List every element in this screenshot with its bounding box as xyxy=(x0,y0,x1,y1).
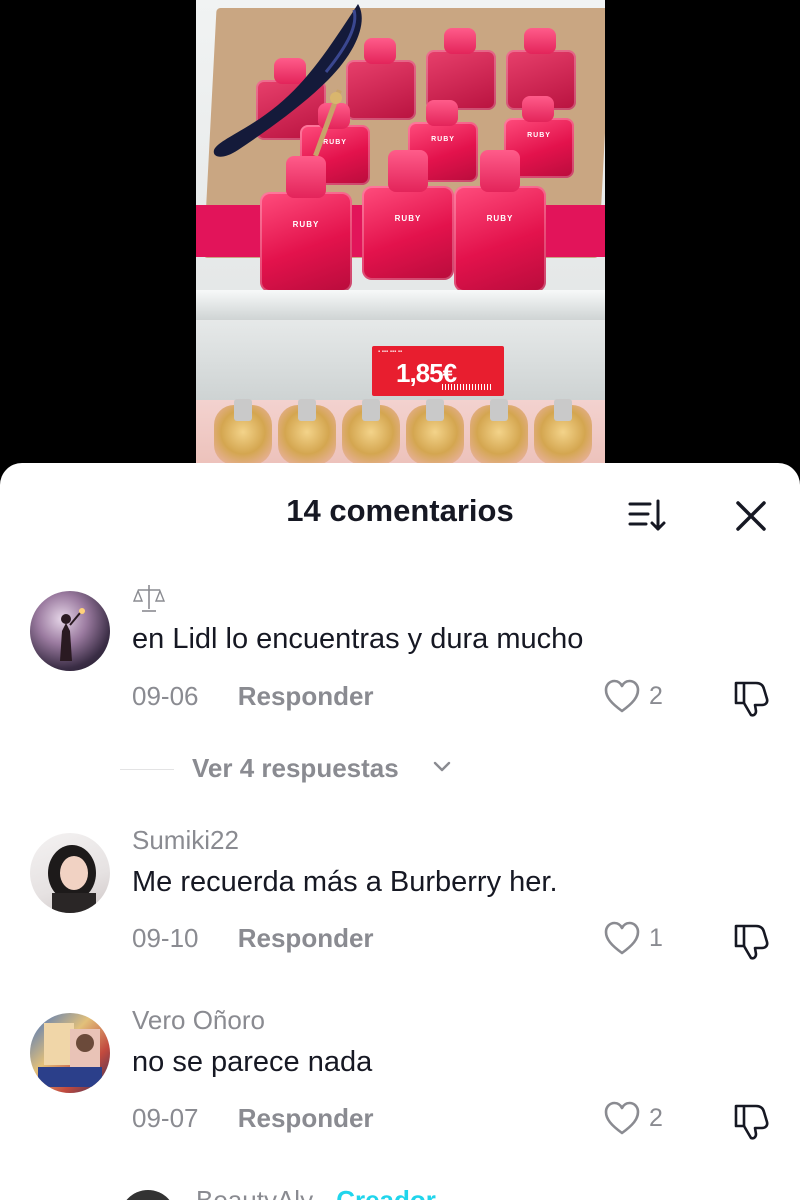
video-frame: RUBY RUBY RUBY RUBY RUBY RUBY ▪ ▪▪▪ ▪▪▪ … xyxy=(196,0,605,500)
thumbs-down-icon xyxy=(734,681,769,717)
heart-icon xyxy=(604,679,640,713)
view-replies-label: Ver 4 respuestas xyxy=(192,753,399,783)
comment-meta: 09-07 Responder xyxy=(132,1103,374,1134)
comment-meta: 09-06 Responder xyxy=(132,681,374,712)
comment-text: en Lidl lo encuentras y dura mucho xyxy=(132,623,584,655)
comment-username[interactable]: BeautyAly · Creador xyxy=(196,1185,436,1200)
like-count: 2 xyxy=(649,1104,663,1132)
perfume-bottle xyxy=(342,399,400,465)
perfume-bottle xyxy=(214,399,272,465)
comment-date: 09-07 xyxy=(132,1103,199,1133)
creator-badge: Creador xyxy=(336,1185,436,1200)
perfume-bottle xyxy=(534,399,592,465)
reply-button[interactable]: Responder xyxy=(238,681,374,711)
price-tag: ▪ ▪▪▪ ▪▪▪ ▪▪ 1,85€ xyxy=(372,346,504,396)
dislike-button[interactable] xyxy=(730,918,774,962)
video-player[interactable]: RUBY RUBY RUBY RUBY RUBY RUBY ▪ ▪▪▪ ▪▪▪ … xyxy=(0,0,800,500)
avatar[interactable] xyxy=(30,591,110,671)
perfume-bottle: RUBY xyxy=(260,156,352,292)
thumbs-down-icon xyxy=(734,924,769,960)
comments-sheet: 14 comentarios en Lidl lo encuentras y d… xyxy=(0,463,800,1200)
avatar[interactable] xyxy=(30,833,110,913)
perfume-bottle xyxy=(470,399,528,465)
dislike-button[interactable] xyxy=(730,675,774,719)
perfume-bottle xyxy=(278,399,336,465)
avatar[interactable] xyxy=(30,1013,110,1093)
dislike-button[interactable] xyxy=(730,1098,774,1142)
comment-username[interactable]: Sumiki22 xyxy=(132,825,239,856)
comment-date: 09-06 xyxy=(132,681,199,711)
chevron-down-icon xyxy=(433,761,451,772)
like-button[interactable]: 2 xyxy=(603,1100,673,1140)
like-count: 2 xyxy=(649,682,663,710)
like-count: 1 xyxy=(649,924,663,952)
sort-button[interactable] xyxy=(624,495,672,535)
heart-icon xyxy=(604,1101,640,1135)
high-heel-bottle xyxy=(213,4,362,157)
sort-icon xyxy=(628,499,666,531)
reply-button[interactable]: Responder xyxy=(238,1103,374,1133)
perfume-bottle xyxy=(406,399,464,465)
scales-icon xyxy=(132,585,166,612)
comment-date: 09-10 xyxy=(132,923,199,953)
close-icon xyxy=(736,501,766,531)
comment-meta: 09-10 Responder xyxy=(132,923,374,954)
close-button[interactable] xyxy=(728,493,774,539)
comments-count-title: 14 comentarios xyxy=(286,493,514,528)
perfume-bottle: RUBY xyxy=(362,150,454,280)
thumbs-down-icon xyxy=(734,1104,769,1140)
comment-username[interactable]: Vero Oñoro xyxy=(132,1005,265,1036)
comment-text: no se parece nada xyxy=(132,1046,373,1078)
like-button[interactable]: 2 xyxy=(603,678,673,718)
comment-text: Me recuerda más a Burberry her. xyxy=(132,866,558,898)
like-button[interactable]: 1 xyxy=(603,920,673,960)
perfume-bottle: RUBY xyxy=(454,150,546,292)
heart-icon xyxy=(604,921,640,955)
reply-button[interactable]: Responder xyxy=(238,923,374,953)
